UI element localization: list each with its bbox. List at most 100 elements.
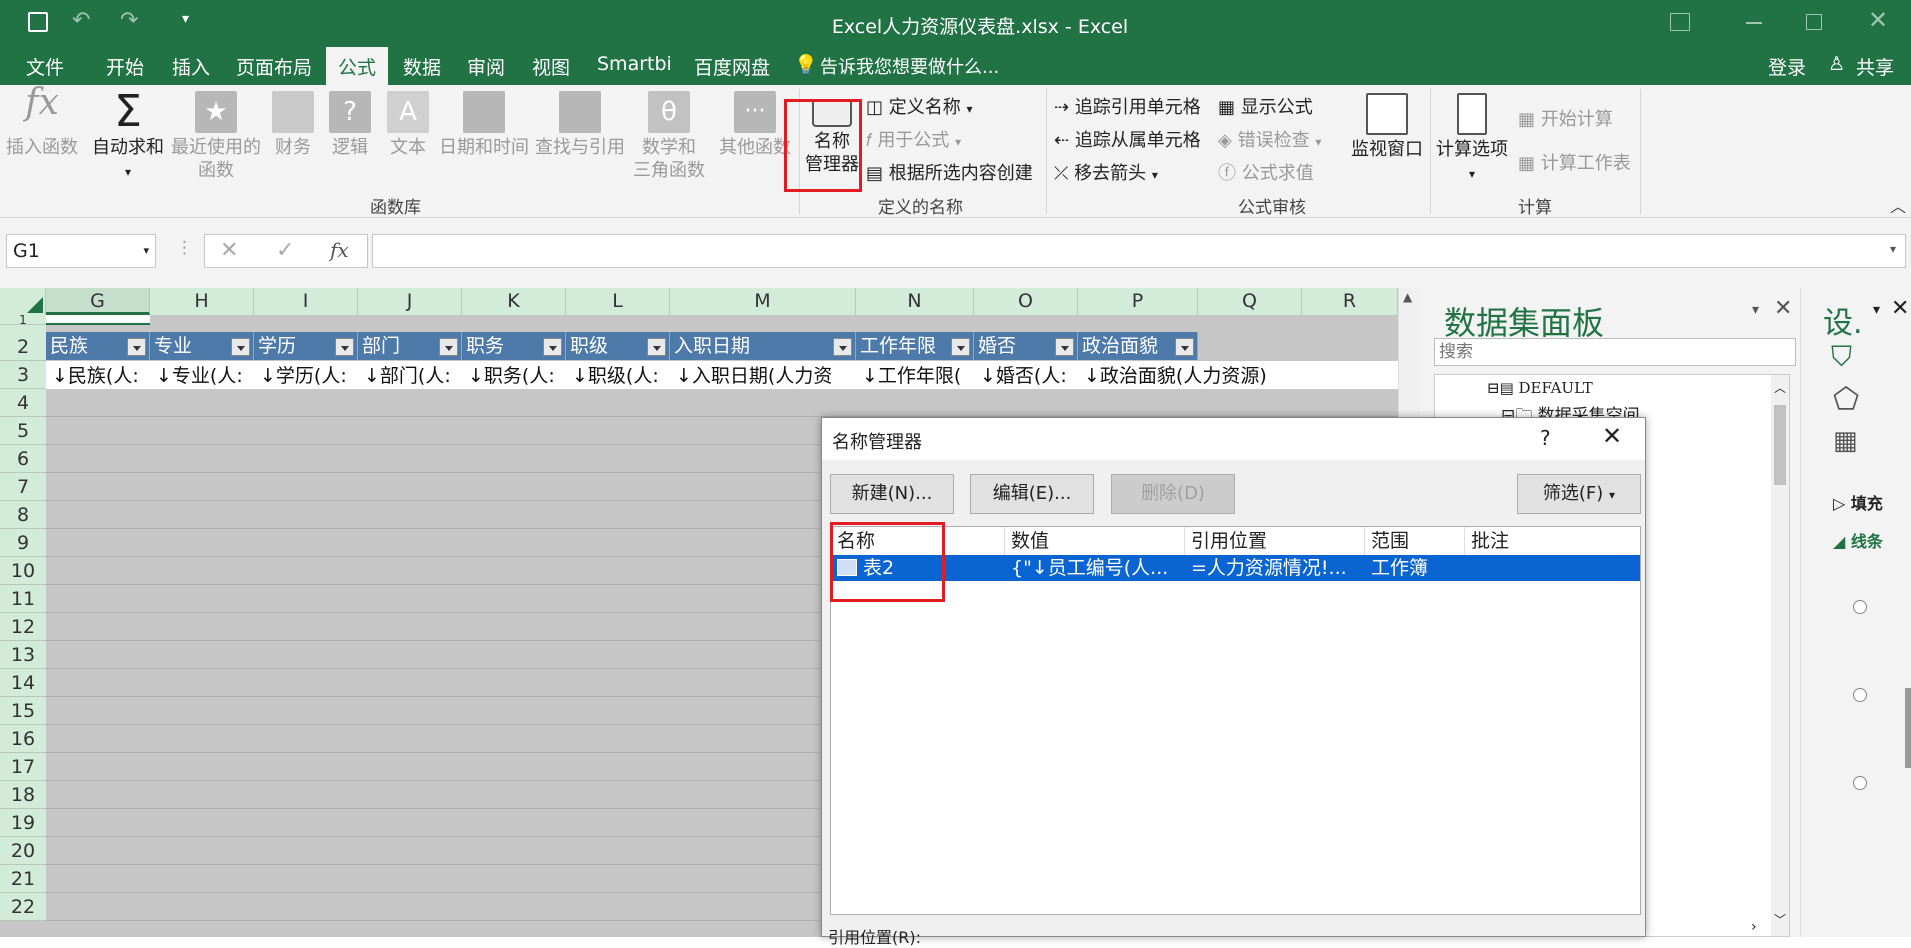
minimize-icon[interactable] xyxy=(1746,22,1762,24)
row-header[interactable]: 9 xyxy=(0,529,46,557)
row-header[interactable]: 20 xyxy=(0,837,46,865)
filter-dropdown-icon[interactable] xyxy=(833,338,852,356)
panel-search-input[interactable] xyxy=(1434,338,1796,366)
column-header[interactable]: M xyxy=(670,288,856,315)
row-header[interactable]: 4 xyxy=(0,389,46,417)
fill-bucket-icon[interactable]: ⛉ xyxy=(1831,340,1852,374)
tab-home[interactable]: 开始 xyxy=(106,53,144,80)
table-cell[interactable]: ↓入职日期(人力资 xyxy=(676,364,856,389)
panel-menu-icon[interactable]: ▾ xyxy=(1752,302,1759,318)
close-panel-icon[interactable]: ✕ xyxy=(1891,296,1909,321)
remove-arrows-button[interactable]: ⤫ 移去箭头 ▾ xyxy=(1054,159,1158,185)
trace-dependents-button[interactable]: ⇠ 追踪从属单元格 xyxy=(1054,126,1201,152)
panel-menu-icon[interactable]: ▾ xyxy=(1873,302,1880,318)
restore-icon[interactable] xyxy=(1806,14,1822,30)
table-header-cell[interactable]: 专业 xyxy=(150,332,254,360)
share-button[interactable]: 共享 xyxy=(1856,53,1894,80)
table-cell[interactable]: ↓婚否(人: xyxy=(980,364,1078,389)
table-cell[interactable]: ↓职务(人: xyxy=(468,364,566,389)
expand-formula-icon[interactable]: ▾ xyxy=(1890,242,1896,256)
define-name-button[interactable]: ◫ 定义名称 ▾ xyxy=(866,93,973,119)
ribbon-display-icon[interactable] xyxy=(1670,13,1690,31)
filter-dropdown-icon[interactable] xyxy=(951,338,970,356)
tab-page-layout[interactable]: 页面布局 xyxy=(236,53,312,80)
row-header[interactable]: 13 xyxy=(0,641,46,669)
row-header[interactable]: 5 xyxy=(0,417,46,445)
col-header-scope[interactable]: 范围 xyxy=(1365,527,1465,555)
column-header[interactable]: H xyxy=(150,288,254,315)
table-cell[interactable]: ↓民族(人: xyxy=(52,364,150,389)
tree-scrollbar[interactable]: ︿ ﹀ xyxy=(1771,375,1789,936)
close-dialog-icon[interactable]: ✕ xyxy=(1602,422,1622,450)
row-header[interactable]: 8 xyxy=(0,501,46,529)
delete-button[interactable]: 删除(D) xyxy=(1111,474,1235,514)
size-layout-icon[interactable]: ▦ xyxy=(1833,426,1858,456)
radio-option[interactable] xyxy=(1853,688,1867,702)
name-box[interactable]: G1 ▾ xyxy=(6,234,156,268)
confirm-entry-icon[interactable]: ✓ xyxy=(276,238,294,263)
table-header-cell[interactable]: 工作年限 xyxy=(856,332,974,360)
math-button[interactable]: θ 数学和 三角函数 xyxy=(628,91,710,182)
tab-baidu[interactable]: 百度网盘 xyxy=(694,53,770,80)
row-header[interactable]: 21 xyxy=(0,865,46,893)
edit-button[interactable]: 编辑(E)... xyxy=(970,474,1094,514)
col-header-value[interactable]: 数值 xyxy=(1005,527,1185,555)
redo-icon[interactable]: ↷ xyxy=(120,8,138,33)
help-icon[interactable]: ? xyxy=(1540,426,1551,450)
calculate-now-button[interactable]: ▦ 开始计算 xyxy=(1518,105,1613,131)
row-header[interactable]: 7 xyxy=(0,473,46,501)
row-header[interactable]: 16 xyxy=(0,725,46,753)
tab-formulas[interactable]: 公式 xyxy=(326,47,389,85)
column-header[interactable]: N xyxy=(856,288,974,315)
row-header[interactable]: 22 xyxy=(0,893,46,921)
new-button[interactable]: 新建(N)... xyxy=(830,474,954,514)
undo-icon[interactable]: ↶ xyxy=(72,8,90,33)
table-cell[interactable]: ↓部门(人: xyxy=(364,364,462,389)
tab-file[interactable]: 文件 xyxy=(26,53,64,80)
table-header-cell[interactable]: 入职日期 xyxy=(670,332,856,360)
row-header[interactable]: 18 xyxy=(0,781,46,809)
column-header[interactable]: I xyxy=(254,288,358,315)
autosum-button[interactable]: Σ 自动求和 ▾ xyxy=(92,90,164,184)
row-header[interactable]: 1 xyxy=(0,314,46,326)
filter-dropdown-icon[interactable] xyxy=(127,338,146,356)
table-header-cell[interactable]: 部门 xyxy=(358,332,462,360)
scroll-thumb[interactable] xyxy=(1774,405,1786,485)
column-header[interactable]: J xyxy=(358,288,462,315)
filter-dropdown-icon[interactable] xyxy=(439,338,458,356)
login-link[interactable]: 登录 xyxy=(1768,53,1806,80)
row-header[interactable]: 15 xyxy=(0,697,46,725)
column-header[interactable]: O xyxy=(974,288,1078,315)
column-header[interactable]: G xyxy=(46,288,150,315)
filter-dropdown-icon[interactable] xyxy=(543,338,562,356)
watch-window-button[interactable]: 监视窗口 xyxy=(1348,93,1426,161)
collapse-ribbon-icon[interactable]: ︿ xyxy=(1890,193,1906,217)
calc-options-button[interactable]: 计算选项 ▾ xyxy=(1434,93,1510,186)
lookup-button[interactable]: 查找与引用 xyxy=(534,91,626,159)
radio-option[interactable] xyxy=(1853,776,1867,790)
row-header[interactable]: 17 xyxy=(0,753,46,781)
fx-icon[interactable]: fx xyxy=(330,238,349,262)
pentagon-icon[interactable]: ⬠ xyxy=(1833,382,1859,417)
row-header[interactable]: 2 xyxy=(0,325,46,361)
evaluate-formula-button[interactable]: ⓕ 公式求值 xyxy=(1218,159,1314,185)
scroll-right-icon[interactable]: › xyxy=(1751,919,1757,935)
radio-option[interactable] xyxy=(1853,600,1867,614)
column-header[interactable]: L xyxy=(566,288,670,315)
list-item[interactable]: 表2 {"↓员工编号(人... =人力资源情况!... 工作簿 xyxy=(831,555,1640,581)
text-button[interactable]: A 文本 xyxy=(386,91,430,159)
tell-me-box[interactable]: 告诉我您想要做什么... xyxy=(820,53,999,79)
table-cell[interactable]: ↓专业(人: xyxy=(156,364,254,389)
table-header-cell[interactable]: 职级 xyxy=(566,332,670,360)
row-header[interactable]: 14 xyxy=(0,669,46,697)
table-cell[interactable]: ↓职级(人: xyxy=(572,364,670,389)
save-icon[interactable] xyxy=(28,12,48,32)
filter-dropdown-icon[interactable] xyxy=(231,338,250,356)
show-formulas-button[interactable]: ▦ 显示公式 xyxy=(1218,93,1313,119)
filter-dropdown-icon[interactable] xyxy=(335,338,354,356)
table-cell[interactable]: ↓政治面貌(人力资源) xyxy=(1084,364,1294,389)
line-section[interactable]: ◢ 线条 xyxy=(1833,528,1883,552)
row-header[interactable]: 6 xyxy=(0,445,46,473)
table-cell[interactable]: ↓学历(人: xyxy=(260,364,358,389)
error-check-button[interactable]: ◈ 错误检查 ▾ xyxy=(1218,126,1321,152)
